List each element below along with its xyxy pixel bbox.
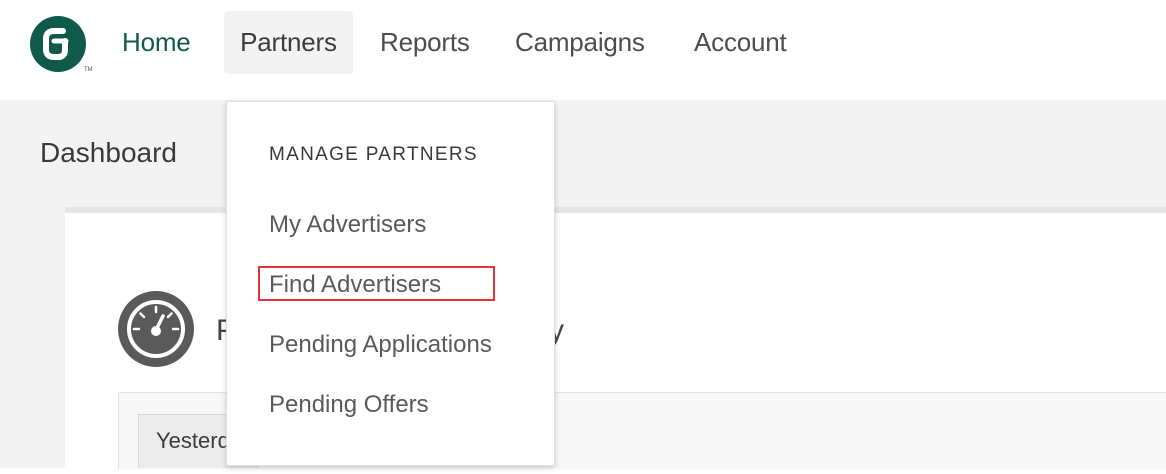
nav-home[interactable]: Home [122,11,191,74]
menu-item-my-advertisers[interactable]: My Advertisers [269,211,426,239]
cj-logo-icon[interactable] [30,16,86,72]
nav-account[interactable]: Account [694,11,787,74]
menu-item-pending-applications[interactable]: Pending Applications [269,331,492,359]
highlight-annotation-box [258,266,495,301]
page-title: Dashboard [40,137,177,168]
trademark-mark: TM [84,67,93,73]
gauge-icon [117,290,195,368]
nav-campaigns[interactable]: Campaigns [515,11,645,74]
nav-partners[interactable]: Partners [224,11,353,74]
partners-dropdown-menu: MANAGE PARTNERS My Advertisers Find Adve… [226,101,555,466]
dropdown-section-heading: MANAGE PARTNERS [269,144,478,165]
nav-reports[interactable]: Reports [380,11,470,74]
top-navigation: TM Home Partners Reports Campaigns Accou… [0,0,1166,100]
menu-item-pending-offers[interactable]: Pending Offers [269,391,429,419]
